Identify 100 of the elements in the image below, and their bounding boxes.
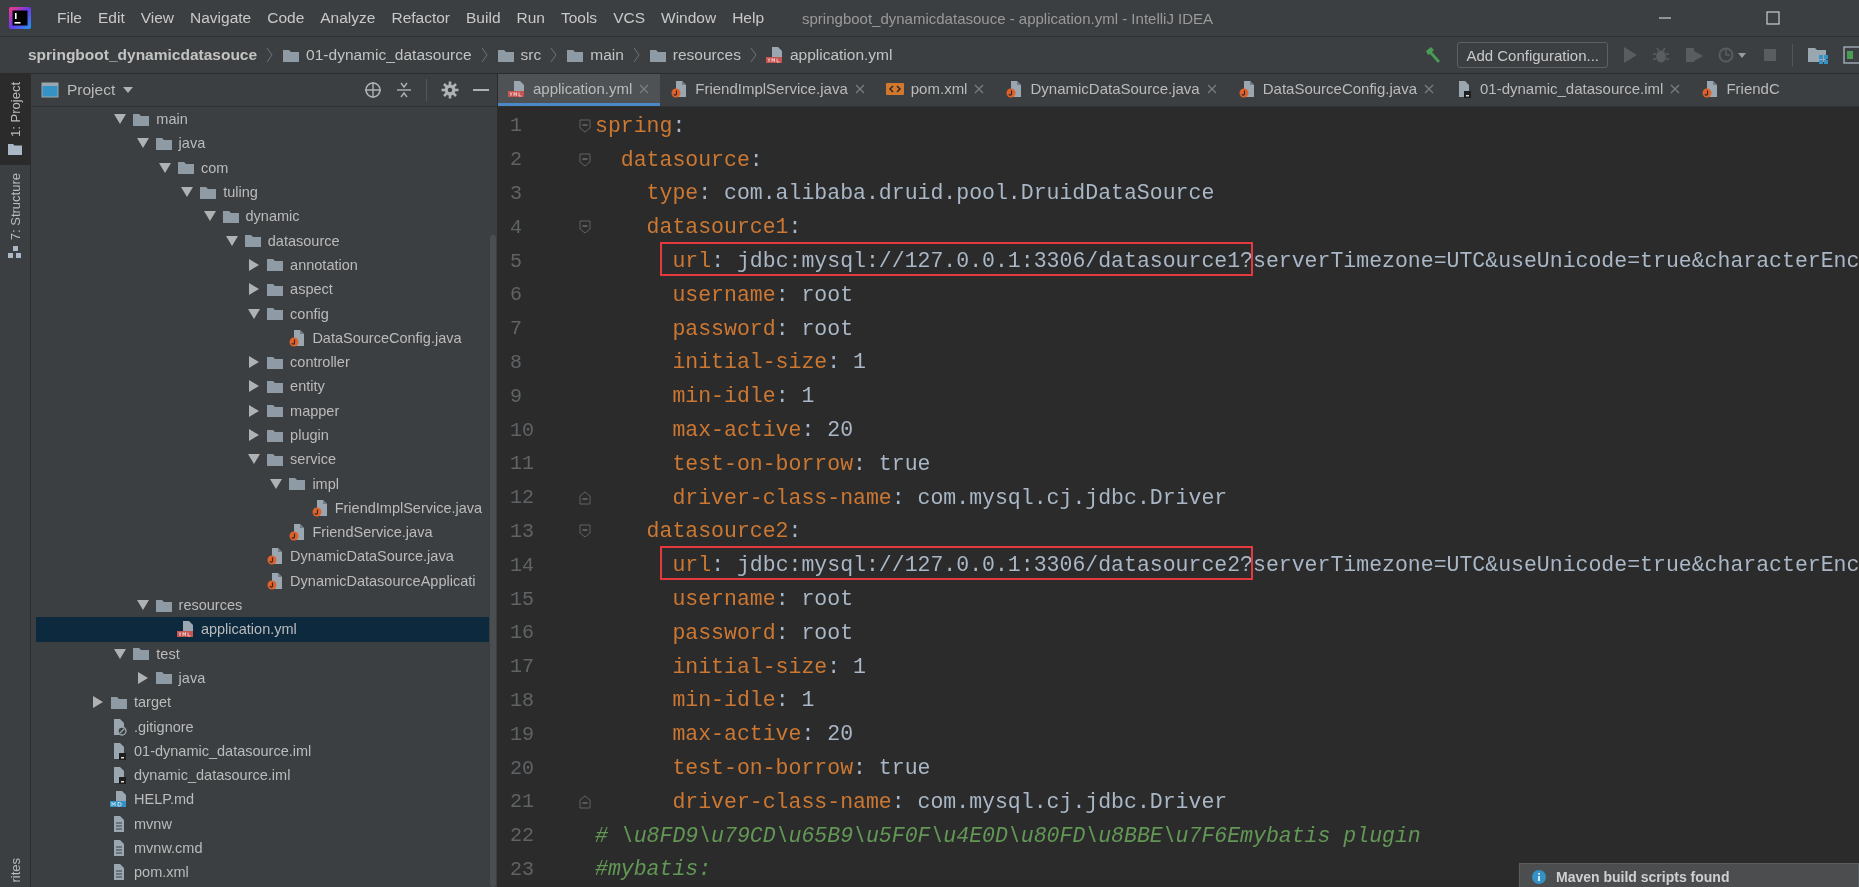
tree-item[interactable]: dynamic [36,204,489,229]
tree-item[interactable]: FriendService.java [36,520,489,545]
tree-item[interactable]: mapper [36,398,489,423]
tree-item[interactable]: entity [36,374,489,399]
expanded-arrow-icon[interactable] [225,235,238,246]
editor-tab[interactable]: application.yml [498,74,661,106]
menu-item[interactable]: Refactor [383,9,459,27]
yaml-value: : 20 [801,722,854,747]
tree-item[interactable]: 01-dynamic_datasource.iml [36,738,489,763]
locate-icon[interactable] [364,81,382,99]
tree-item[interactable]: .gitignore [36,714,489,739]
tree-item[interactable]: test [36,641,489,666]
tree-item[interactable]: mvnw.cmd [36,835,489,861]
tree-item[interactable]: resources [36,592,489,618]
tree-item[interactable]: tuling [36,179,489,205]
tree-item[interactable]: mvnw [36,811,489,836]
breadcrumb[interactable]: springboot_dynamicdatasouce [28,46,258,64]
tree-item[interactable]: main [36,107,489,132]
panel-title[interactable]: Project [67,81,116,99]
menu-item[interactable]: Navigate [182,9,260,27]
menu-item[interactable]: Edit [90,9,133,27]
profiler-icon[interactable] [1718,46,1748,64]
expanded-arrow-icon[interactable] [181,187,194,198]
tool-window-button[interactable]: 7: Structure [0,164,30,269]
editor-tab[interactable]: FriendC [1691,74,1791,106]
tool-window-button[interactable]: 1: Project [0,74,30,165]
tree-item[interactable]: com [36,155,489,180]
menu-item[interactable]: Help [724,9,773,27]
expanded-arrow-icon[interactable] [248,308,261,319]
folder-icon [266,427,285,443]
close-icon[interactable] [974,83,985,94]
tree-item[interactable]: impl [36,471,489,496]
menu-item[interactable]: Window [653,9,725,27]
editor-tab[interactable]: 01-dynamic_datasource.iml [1445,74,1692,106]
editor-tab[interactable]: FriendImplService.java [660,74,876,106]
tool-window-button[interactable]: rites [7,858,23,887]
tree-item[interactable]: controller [36,349,489,375]
expanded-arrow-icon[interactable] [114,114,127,125]
breadcrumb[interactable]: 01-dynamic_datasource [306,46,472,64]
menu-item[interactable]: VCS [605,9,653,27]
tree-item[interactable]: config [36,301,489,326]
tree-item[interactable]: HELP.md [36,787,489,812]
menu-item[interactable]: File [49,9,90,27]
menu-item[interactable]: Run [508,9,553,27]
expanded-arrow-icon[interactable] [248,454,261,465]
editor-tab[interactable]: DynamicDataSource.java [995,74,1228,106]
menu-item[interactable]: Build [458,9,509,27]
project-structure-icon[interactable] [1807,45,1829,65]
editor-tab[interactable]: pom.xml [875,74,996,106]
editor-tab[interactable]: DataSourceConfig.java [1227,74,1445,106]
close-icon[interactable] [1424,83,1434,94]
expanded-arrow-icon[interactable] [136,600,149,611]
tree-item[interactable]: pom.xml [36,860,489,885]
collapsed-arrow-icon[interactable] [93,696,103,709]
expanded-arrow-icon[interactable] [270,478,283,489]
tree-item[interactable]: DynamicDatasourceApplicati [36,568,489,593]
menu-item[interactable]: View [132,9,183,27]
settings-icon[interactable] [441,81,459,99]
close-icon[interactable] [1670,83,1681,94]
collapsed-arrow-icon[interactable] [137,671,148,684]
hide-icon[interactable] [473,88,489,92]
tree-item[interactable]: java [36,665,489,691]
tree-item[interactable]: java [36,131,489,156]
breadcrumb[interactable]: resources [672,46,741,64]
menu-item[interactable]: Tools [552,9,606,27]
collapsed-arrow-icon[interactable] [249,380,260,393]
tree-item[interactable]: annotation [36,252,489,278]
tree-item[interactable]: DataSourceConfig.java [36,325,489,350]
breadcrumb[interactable]: application.yml [789,46,893,64]
tree-item[interactable]: application.yml [36,617,489,642]
close-icon[interactable] [854,83,865,94]
yaml-key: datasource2 [646,519,789,544]
notification[interactable]: Maven build scripts found [1519,863,1859,887]
tree-item[interactable]: FriendImplService.java [36,495,489,521]
tree-item[interactable]: plugin [36,422,489,448]
tree-item[interactable]: service [36,447,489,472]
expanded-arrow-icon[interactable] [158,162,171,173]
window-icon[interactable] [1843,45,1859,65]
breadcrumb[interactable]: src [520,46,542,64]
tree-item[interactable]: dynamic_datasource.iml [36,763,489,788]
collapsed-arrow-icon[interactable] [249,404,260,417]
caret-icon[interactable] [123,87,134,93]
tree-item[interactable]: DynamicDataSource.java [36,544,489,569]
tree-item[interactable]: datasource [36,228,489,253]
collapse-all-icon[interactable] [396,81,412,99]
add-configuration-button[interactable]: Add Configuration... [1457,42,1608,68]
collapsed-arrow-icon[interactable] [249,283,260,296]
expanded-arrow-icon[interactable] [136,138,149,149]
collapsed-arrow-icon[interactable] [249,356,260,369]
expanded-arrow-icon[interactable] [203,211,216,222]
collapsed-arrow-icon[interactable] [249,429,260,441]
menu-item[interactable]: Code [259,9,313,27]
menu-item[interactable]: Analyze [312,9,384,27]
breadcrumb[interactable]: main [590,46,624,64]
scrollbar[interactable] [490,235,496,887]
expanded-arrow-icon[interactable] [114,648,127,659]
tree-item[interactable]: aspect [36,277,489,302]
tree-item[interactable]: target [36,690,489,715]
collapsed-arrow-icon[interactable] [249,258,260,271]
close-icon[interactable] [1206,83,1217,94]
